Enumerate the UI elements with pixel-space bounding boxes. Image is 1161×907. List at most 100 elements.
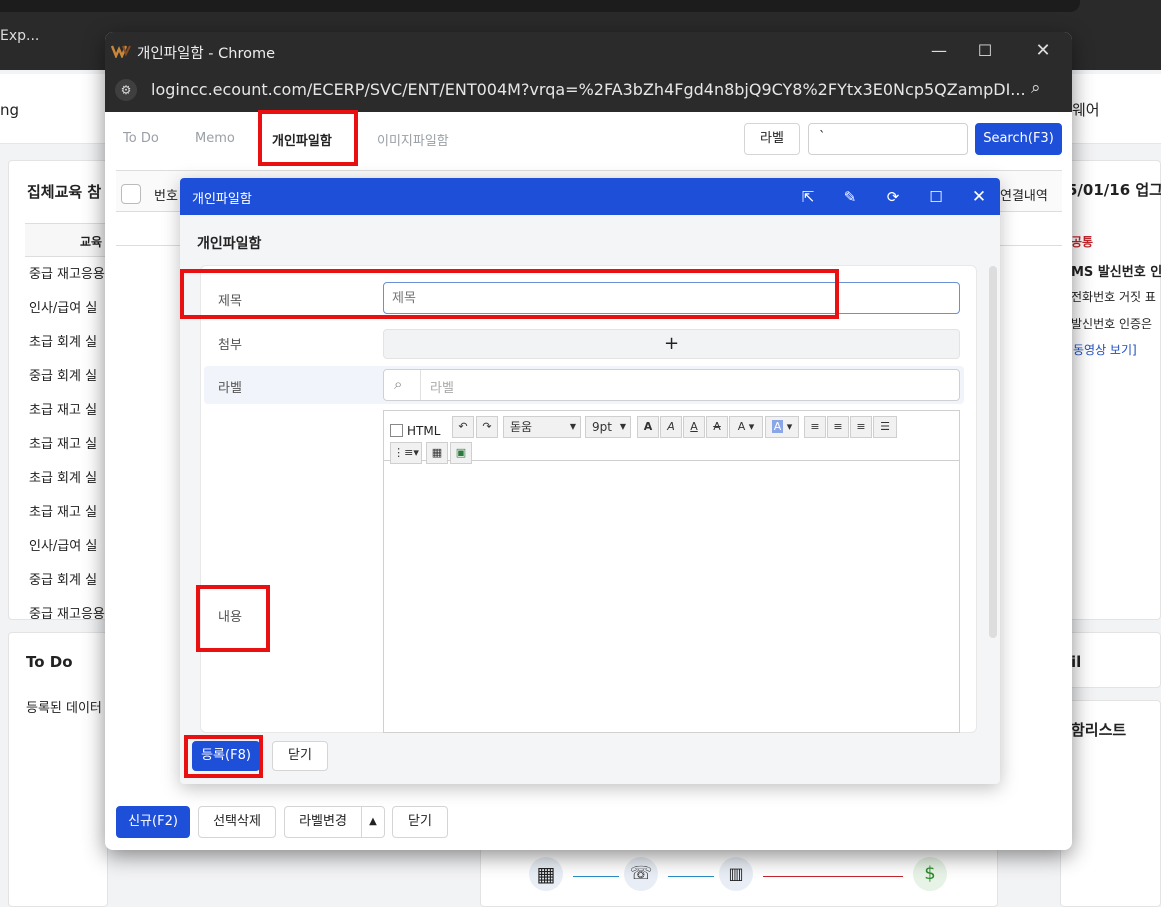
training-card: 집체교육 참 교육 중급 재고응용 인사/급여 실 초급 회계 실 중급 회계 … — [8, 160, 109, 622]
highlight-register — [184, 735, 263, 778]
notice-video-link[interactable]: 동영상 보기] — [1073, 341, 1137, 358]
notice-card-title: 5/01/16 업그 — [1067, 181, 1161, 199]
footer-close-button[interactable]: 닫기 — [392, 806, 448, 838]
right-card-2-title: il — [1071, 653, 1082, 671]
training-row[interactable]: 인사/급여 실 — [29, 535, 97, 554]
new-button[interactable]: 신규(F2) — [116, 806, 190, 838]
align-justify-icon[interactable]: ☰ — [873, 416, 897, 438]
html-label: HTML — [407, 424, 441, 438]
modal-scrollbar[interactable] — [989, 266, 997, 638]
url-text[interactable]: logincc.ecount.com/ECERP/SVC/ENT/ENT004M… — [151, 80, 1026, 99]
redo-icon[interactable]: ↷ — [476, 416, 498, 438]
maximize-modal-icon[interactable]: ☐ — [926, 187, 946, 207]
training-row[interactable]: 중급 회계 실 — [29, 365, 97, 384]
highlight-color-icon[interactable]: A ▾ — [765, 416, 799, 438]
todo-card-title: To Do — [26, 653, 73, 671]
highlight-subject — [180, 269, 839, 319]
process-connector — [668, 876, 714, 877]
notice-tag: 공통 — [1071, 235, 1094, 249]
zoom-icon[interactable]: ⌕ — [1031, 78, 1041, 98]
tab-todo[interactable]: To Do — [123, 131, 159, 146]
training-row[interactable]: 중급 회계 실 — [29, 569, 97, 588]
open-new-window-icon[interactable]: ⇱ — [798, 187, 818, 207]
pin-icon[interactable]: ✎ — [840, 187, 860, 207]
modal-header: 개인파일함 ⇱ ✎ ⟳ ☐ ✕ — [180, 178, 1000, 215]
training-row[interactable]: 초급 회계 실 — [29, 467, 97, 486]
notice-line: MS 발신번호 인 — [1071, 265, 1161, 280]
ecount-logo-icon — [111, 45, 131, 58]
os-strip — [0, 0, 1080, 12]
search-input[interactable]: ` — [808, 123, 968, 155]
training-row[interactable]: 초급 재고 실 — [29, 399, 97, 418]
nav-left-text[interactable]: ng — [0, 101, 19, 119]
attach-label: 첨부 — [218, 338, 242, 353]
window-title: 개인파일함 - Chrome — [137, 46, 276, 62]
todo-empty-text: 등록된 데이터 — [26, 701, 102, 716]
search-button[interactable]: Search(F3) — [975, 123, 1062, 155]
delete-selected-button[interactable]: 선택삭제 — [198, 806, 276, 838]
select-all-checkbox[interactable] — [121, 184, 141, 204]
label-search-field[interactable]: ⌕ 라벨 — [383, 369, 960, 401]
nav-right-text[interactable]: 웨어 — [1072, 99, 1100, 120]
minimize-icon[interactable]: — — [925, 40, 953, 62]
training-row[interactable]: 중급 재고응용 — [29, 263, 105, 282]
right-card-3: 함리스트 — [1060, 700, 1161, 907]
training-row[interactable]: 중급 재고응용 — [29, 603, 105, 622]
background-tab-label[interactable]: Exp... — [0, 28, 39, 44]
font-color-icon[interactable]: A ▾ — [729, 416, 763, 438]
training-card-title: 집체교육 참 — [27, 183, 102, 201]
training-table-header: 교육 — [25, 223, 109, 257]
numbered-list-icon[interactable]: ⋮≡▾ — [390, 442, 422, 464]
refresh-icon[interactable]: ⟳ — [883, 187, 903, 207]
image-icon[interactable]: ▣ — [450, 442, 472, 464]
window-titlebar: 개인파일함 - Chrome — ☐ ✕ — [105, 32, 1072, 70]
font-family-select[interactable]: 돋움 ▼ — [503, 416, 581, 438]
process-card: ▦ ☏ ▥ $ — [480, 840, 998, 907]
add-attachment-button[interactable]: + — [383, 329, 960, 359]
phone-icon: ☏ — [624, 857, 658, 891]
html-checkbox[interactable] — [390, 424, 403, 437]
font-dropdown-icon: ▼ — [569, 422, 576, 431]
training-row[interactable]: 인사/급여 실 — [29, 297, 97, 316]
undo-icon[interactable]: ↶ — [452, 416, 474, 438]
training-row[interactable]: 초급 회계 실 — [29, 331, 97, 350]
grid-col-link[interactable]: 연결내역 — [1000, 185, 1048, 204]
font-family-value: 돋움 — [510, 420, 533, 434]
notice-line: 전화번호 거짓 표 — [1071, 290, 1156, 304]
search-divider — [420, 370, 421, 400]
close-window-icon[interactable]: ✕ — [1029, 40, 1057, 62]
close-modal-icon[interactable]: ✕ — [969, 187, 989, 207]
underline-icon[interactable]: A — [683, 416, 705, 438]
notice-line: 발신번호 인증은 — [1071, 317, 1153, 331]
search-icon: ⌕ — [394, 375, 403, 393]
tab-image-files[interactable]: 이미지파일함 — [377, 130, 449, 149]
label-filter-button[interactable]: 라벨 — [744, 123, 800, 155]
bold-icon[interactable]: A — [637, 416, 659, 438]
align-center-icon[interactable]: ≡ — [827, 416, 849, 438]
maximize-icon[interactable]: ☐ — [971, 40, 999, 62]
training-row[interactable]: 초급 재고 실 — [29, 501, 97, 520]
right-card-3-title: 함리스트 — [1071, 721, 1127, 739]
font-size-select[interactable]: 9pt ▼ — [585, 416, 631, 438]
tab-memo[interactable]: Memo — [195, 131, 235, 146]
align-right-icon[interactable]: ≡ — [850, 416, 872, 438]
label-change-button[interactable]: 라벨변경 — [284, 806, 362, 838]
align-left-icon[interactable]: ≡ — [804, 416, 826, 438]
label-placeholder: 라벨 — [430, 381, 454, 396]
modal-title: 개인파일함 — [197, 236, 262, 252]
site-settings-icon[interactable]: ⚙ — [115, 79, 137, 101]
grid-col-no[interactable]: 번호 — [154, 185, 178, 204]
label-change-dropdown-icon[interactable]: ▲ — [361, 806, 385, 838]
strikethrough-icon[interactable]: A — [706, 416, 728, 438]
training-col-header: 교육 — [80, 235, 103, 249]
italic-icon[interactable]: A — [660, 416, 682, 438]
modal-close-button[interactable]: 닫기 — [272, 741, 328, 771]
calculator-icon: ▦ — [529, 857, 563, 891]
training-row[interactable]: 초급 재고 실 — [29, 433, 97, 452]
address-bar: ⚙ logincc.ecount.com/ECERP/SVC/ENT/ENT00… — [105, 70, 1072, 112]
process-connector — [763, 876, 903, 877]
notice-card: 5/01/16 업그 공통 MS 발신번호 인 전화번호 거짓 표 발신번호 인… — [1060, 160, 1161, 620]
table-icon[interactable]: ▦ — [426, 442, 448, 464]
modal-header-title: 개인파일함 — [192, 192, 252, 207]
money-icon: $ — [913, 857, 947, 891]
